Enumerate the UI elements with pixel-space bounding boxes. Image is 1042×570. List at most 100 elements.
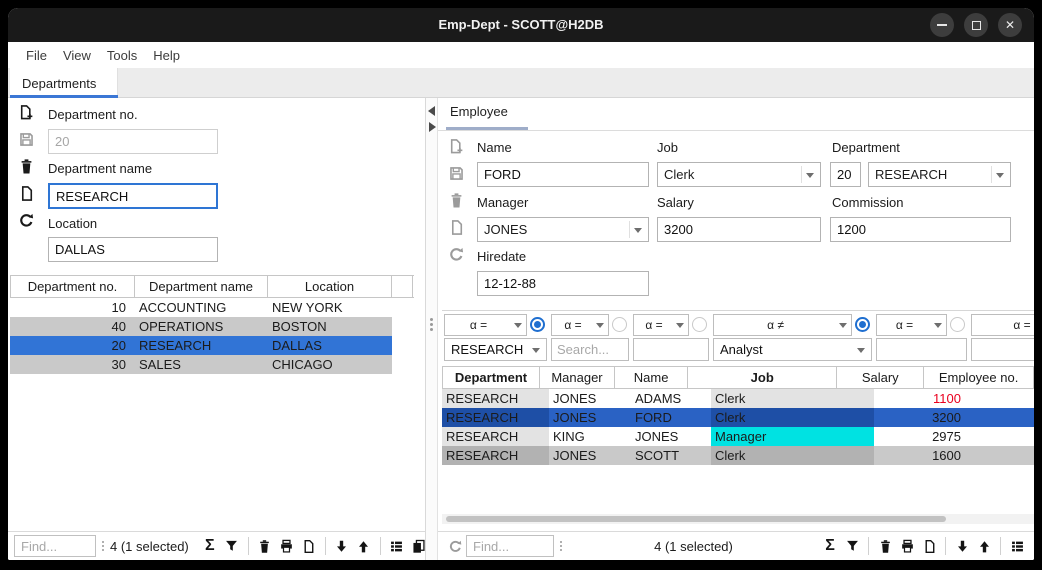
table-cell: Clerk bbox=[711, 389, 874, 408]
add-record-icon[interactable] bbox=[18, 104, 38, 124]
filter-operator-combo[interactable]: α ≠ bbox=[713, 314, 852, 336]
move-down-icon[interactable] bbox=[951, 536, 973, 556]
column-header[interactable]: Name bbox=[615, 367, 688, 388]
filter-operator-combo[interactable]: α = bbox=[633, 314, 689, 336]
tab-departments[interactable]: Departments bbox=[10, 68, 118, 98]
salary-field[interactable] bbox=[657, 217, 821, 242]
scrollbar-thumb[interactable] bbox=[446, 516, 946, 522]
delete-icon[interactable] bbox=[254, 536, 276, 556]
filter-operator-combo[interactable]: α = bbox=[876, 314, 947, 336]
list-icon[interactable] bbox=[1006, 536, 1028, 556]
manager-combo[interactable]: JONES bbox=[477, 217, 649, 242]
grip-icon[interactable] bbox=[102, 540, 104, 552]
hiredate-field[interactable] bbox=[477, 271, 649, 296]
minimize-button[interactable] bbox=[930, 13, 954, 37]
job-combo[interactable]: Clerk bbox=[657, 162, 821, 187]
collapse-right-icon[interactable] bbox=[429, 122, 436, 132]
column-header[interactable]: Manager bbox=[540, 367, 615, 388]
collapse-left-icon[interactable] bbox=[428, 106, 435, 116]
column-header[interactable]: Department no. bbox=[10, 276, 135, 297]
add-record-icon[interactable] bbox=[448, 138, 468, 158]
location-field[interactable] bbox=[48, 237, 218, 262]
employee-tab-bar: Employee bbox=[438, 98, 1034, 131]
copy-icon[interactable] bbox=[298, 536, 320, 556]
filter-value-combo[interactable]: Analyst bbox=[713, 338, 872, 361]
horizontal-scrollbar[interactable] bbox=[442, 514, 1034, 524]
chevron-down-icon bbox=[857, 348, 865, 357]
column-header[interactable]: Location bbox=[268, 276, 392, 297]
separator bbox=[248, 537, 249, 555]
filter-operator-cell: α = bbox=[631, 312, 711, 337]
chevron-down-icon bbox=[514, 323, 522, 332]
filter-radio[interactable] bbox=[855, 317, 870, 332]
save-icon[interactable] bbox=[18, 131, 38, 151]
delete-icon[interactable] bbox=[874, 536, 896, 556]
list-icon[interactable] bbox=[386, 536, 408, 556]
column-header[interactable]: Salary bbox=[837, 367, 924, 388]
filter-radio[interactable] bbox=[612, 317, 627, 332]
refresh-icon[interactable] bbox=[448, 246, 468, 266]
filter-value-combo[interactable]: RESEARCH bbox=[444, 338, 547, 361]
table-row[interactable]: 20RESEARCHDALLAS bbox=[10, 336, 392, 355]
title-bar[interactable]: Emp-Dept - SCOTT@H2DB ✕ bbox=[8, 8, 1034, 42]
table-cell: 30 bbox=[10, 355, 135, 374]
column-header[interactable]: Department name bbox=[135, 276, 268, 297]
delete-icon[interactable] bbox=[448, 192, 468, 212]
table-row[interactable]: 10ACCOUNTINGNEW YORK bbox=[10, 298, 392, 317]
filter-operator-combo[interactable]: α = bbox=[551, 314, 609, 336]
filter-value-input[interactable] bbox=[551, 338, 629, 361]
filter-operator-combo[interactable]: α = bbox=[444, 314, 527, 336]
menu-file[interactable]: File bbox=[26, 48, 47, 63]
find-input[interactable] bbox=[14, 535, 96, 557]
filter-icon[interactable] bbox=[221, 536, 243, 556]
table-row[interactable]: RESEARCHJONESSCOTTClerk1600 bbox=[442, 446, 1034, 465]
dept-name-field[interactable] bbox=[48, 183, 218, 209]
filter-operator-combo[interactable]: α = bbox=[971, 314, 1034, 336]
filter-radio[interactable] bbox=[530, 317, 545, 332]
save-icon[interactable] bbox=[448, 165, 468, 185]
sum-icon[interactable]: Σ bbox=[819, 536, 841, 556]
filter-value-input[interactable] bbox=[876, 338, 967, 361]
menu-help[interactable]: Help bbox=[153, 48, 180, 63]
location-label: Location bbox=[48, 216, 97, 231]
column-header[interactable]: Job bbox=[688, 367, 837, 388]
table-row[interactable]: RESEARCHJONESFORDClerk3200 bbox=[442, 408, 1034, 427]
table-row[interactable]: 40OPERATIONSBOSTON bbox=[10, 317, 392, 336]
print-icon[interactable] bbox=[896, 536, 918, 556]
grip-icon[interactable] bbox=[560, 540, 562, 552]
refresh-icon[interactable] bbox=[18, 212, 38, 232]
menu-tools[interactable]: Tools bbox=[107, 48, 137, 63]
find-input[interactable] bbox=[466, 535, 554, 557]
splitter-grip-icon[interactable] bbox=[430, 316, 433, 333]
copy-icon[interactable] bbox=[18, 185, 38, 205]
maximize-button[interactable] bbox=[964, 13, 988, 37]
delete-icon[interactable] bbox=[18, 158, 38, 178]
table-row[interactable]: RESEARCHJONESADAMSClerk1100 bbox=[442, 389, 1034, 408]
move-up-icon[interactable] bbox=[353, 536, 375, 556]
department-combo[interactable]: RESEARCH bbox=[868, 162, 1011, 187]
move-up-icon[interactable] bbox=[973, 536, 995, 556]
panel-splitter[interactable] bbox=[426, 98, 438, 560]
tab-employee[interactable]: Employee bbox=[450, 104, 508, 119]
column-header[interactable]: Department bbox=[442, 367, 540, 388]
sum-icon[interactable]: Σ bbox=[199, 536, 221, 556]
filter-radio[interactable] bbox=[692, 317, 707, 332]
filter-value-input[interactable] bbox=[633, 338, 709, 361]
filter-icon[interactable] bbox=[841, 536, 863, 556]
print-icon[interactable] bbox=[276, 536, 298, 556]
dept-no-field[interactable] bbox=[48, 129, 218, 154]
move-down-icon[interactable] bbox=[331, 536, 353, 556]
filter-radio[interactable] bbox=[950, 317, 965, 332]
table-row[interactable]: RESEARCHKINGJONESManager2975 bbox=[442, 427, 1034, 446]
refresh-icon[interactable] bbox=[444, 536, 466, 556]
copy-icon[interactable] bbox=[918, 536, 940, 556]
department-no-field[interactable] bbox=[830, 162, 861, 187]
menu-view[interactable]: View bbox=[63, 48, 91, 63]
column-header[interactable]: Employee no. bbox=[924, 367, 1034, 388]
filter-value-input[interactable] bbox=[971, 338, 1034, 361]
name-field[interactable] bbox=[477, 162, 649, 187]
commission-field[interactable] bbox=[830, 217, 1011, 242]
close-button[interactable]: ✕ bbox=[998, 13, 1022, 37]
copy-icon[interactable] bbox=[448, 219, 468, 239]
table-row[interactable]: 30SALESCHICAGO bbox=[10, 355, 392, 374]
